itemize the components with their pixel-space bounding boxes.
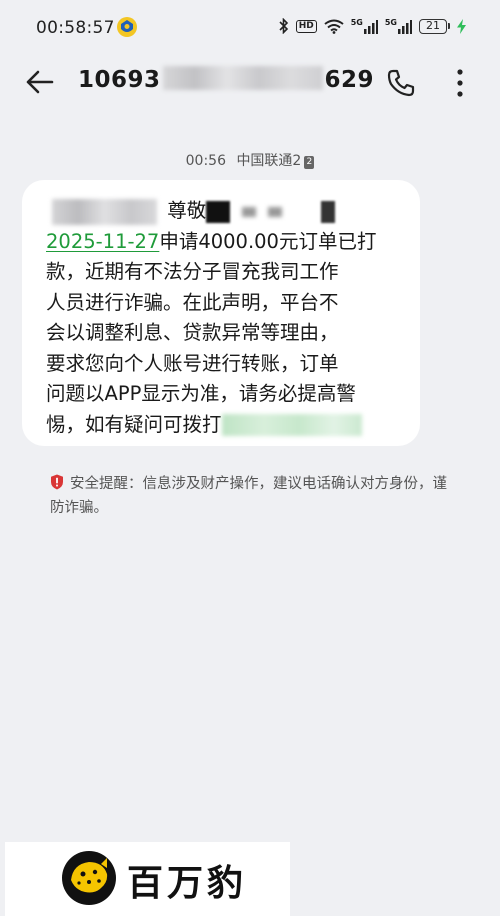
message-time: 00:56 [185,153,226,169]
message-line-2: 款，近期有不法分子冒充我司工作 [46,260,339,283]
redacted-name [52,198,157,225]
message-line-7: 惕，如有疑问可拨打 [46,410,406,441]
message-line-6: 问题以APP显示为准，请务必提高警 [46,382,356,405]
message-line-1: 2025-11-27申请4000.00元订单已打 [46,229,377,253]
redacted-greeting [206,200,231,223]
message-body: 尊敬 2025-11-27申请4000.00元订单已打 款，近期有不法分子冒充我… [46,196,406,440]
redacted-greeting-3 [320,200,335,223]
safety-tip: 安全提醒：信息涉及财产操作，建议电话确认对方身份，谨防诈骗。 [50,472,450,520]
signal-bars-2 [398,19,412,34]
greeting-fragment: 尊敬 [167,199,207,222]
phone-icon[interactable] [386,68,416,98]
charging-icon [457,18,466,34]
sender-number-suffix: 629 [324,67,375,93]
bluetooth-icon [279,18,288,34]
message-line-3: 人员进行诈骗。在此声明，平台不 [46,290,339,314]
redacted-number [162,66,323,90]
signal-icon-2: 5G [385,18,412,34]
redacted-greeting-2 [242,206,313,217]
watermark-text: 百万豹 [127,862,248,904]
status-bar: 00:58:57 HD 5G 5G 21 [0,0,500,56]
battery-icon: 21 [419,18,450,34]
watermark: 百万豹 [5,842,290,916]
redacted-phone-number [221,414,362,436]
shield-warning-icon [51,474,63,490]
sender-number-prefix: 10693 [78,67,161,93]
signal-bars-1 [363,19,378,34]
date-link[interactable]: 2025-11-27 [46,230,159,253]
message-line-5: 要求您向个人账号进行转账，订单 [46,351,339,375]
police-badge-icon [117,17,137,37]
message-line-4: 会以调整利息、贷款异常等理由， [46,321,339,344]
signal-icon: 5G [351,18,378,34]
safety-tip-text: 安全提醒：信息涉及财产操作，建议电话确认对方身份，谨防诈骗。 [50,476,447,516]
status-icons: HD 5G 5G 21 [279,18,466,34]
leopard-logo-icon [62,851,116,905]
carrier-label: 中国联通2 [236,153,302,169]
hd-voice-icon: HD [295,19,317,33]
conversation-header: 10693 629 [0,56,500,108]
sim-card-icon: 2 [304,156,315,169]
sender-number: 10693 629 [78,66,374,93]
status-clock: 00:58:57 [36,18,115,38]
wifi-icon [324,19,344,34]
message-line-0: 尊敬 [46,196,406,227]
more-vertical-icon[interactable] [452,68,468,98]
battery-level: 21 [419,18,447,34]
back-arrow-icon[interactable] [24,66,56,98]
message-timestamp: 00:56 中国联通2 2 [0,150,500,170]
